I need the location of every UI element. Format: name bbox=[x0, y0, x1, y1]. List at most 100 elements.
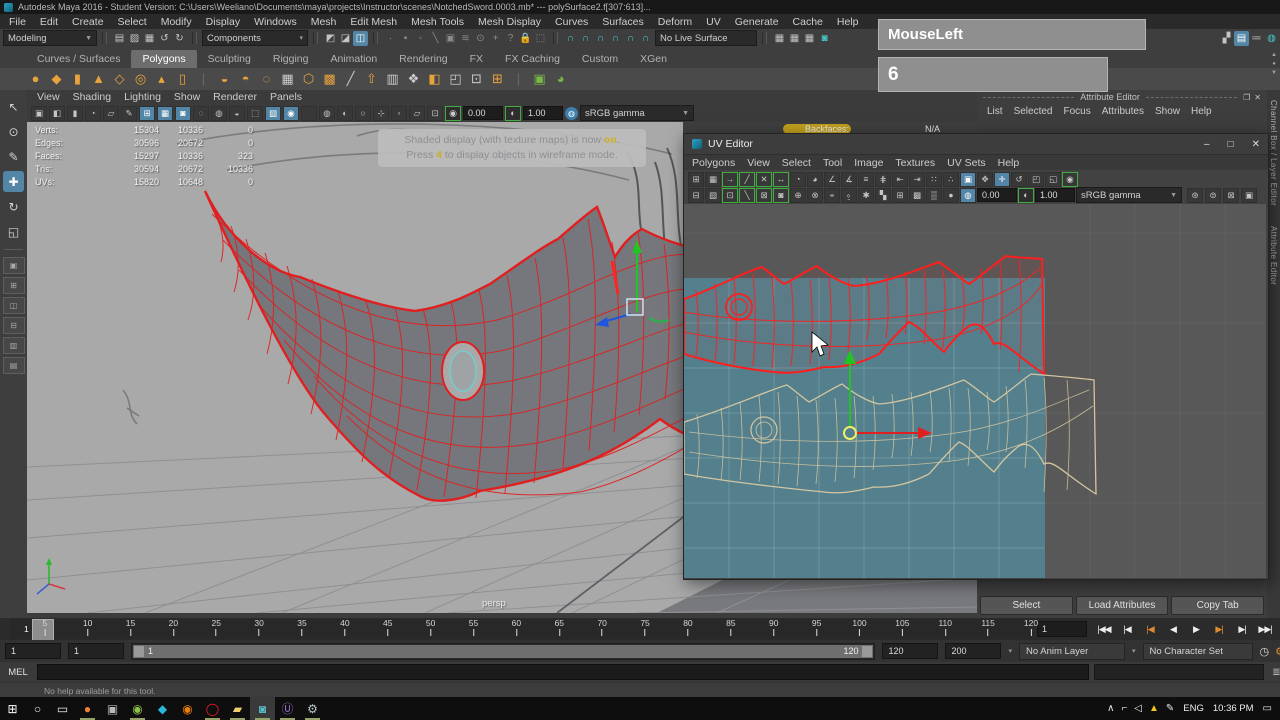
rgb-channels-icon[interactable]: ▒ bbox=[926, 187, 942, 203]
select-tool-icon[interactable]: ↖ bbox=[3, 96, 24, 117]
extrude-icon[interactable]: ⇧ bbox=[362, 69, 381, 89]
paste-uv-icon[interactable]: ◱ bbox=[1045, 171, 1061, 187]
uv-image-icon[interactable]: ▣ bbox=[960, 171, 976, 187]
copy-tab-button[interactable]: Copy Tab bbox=[1171, 596, 1265, 615]
quad-draw-icon[interactable]: ❖ bbox=[404, 69, 423, 89]
flip-v-icon[interactable]: ╱ bbox=[739, 171, 755, 187]
layout-four-icon[interactable]: ⊞ bbox=[2, 277, 25, 294]
unfold-h-icon[interactable]: ⊡ bbox=[722, 187, 738, 203]
shade-uvs-icon[interactable]: ⍚ bbox=[841, 187, 857, 203]
panel-menu-item[interactable]: Lighting bbox=[124, 91, 161, 103]
image-range-icon[interactable]: ▣ bbox=[1241, 187, 1257, 203]
poly-plane-icon[interactable]: ◇ bbox=[110, 69, 129, 89]
search-icon[interactable]: ○ bbox=[25, 697, 50, 720]
uv-editor-titlebar[interactable]: UV Editor – □ ✕ bbox=[684, 134, 1268, 155]
shelf-tab[interactable]: Custom bbox=[571, 50, 629, 68]
render-icon[interactable]: ▦ bbox=[772, 31, 787, 46]
poly-cube-icon[interactable]: ◆ bbox=[47, 69, 66, 89]
rotate-cw-icon[interactable]: ↔ bbox=[773, 171, 789, 187]
unfold-v-icon[interactable]: ╲ bbox=[739, 187, 755, 203]
menu-item[interactable]: Tool bbox=[823, 157, 842, 169]
render-settings-icon[interactable]: ▦ bbox=[802, 31, 817, 46]
humanik-icon[interactable]: ▤ bbox=[1234, 30, 1249, 46]
menu-item[interactable]: Mesh Display bbox=[478, 16, 541, 28]
menu-item[interactable]: Cache bbox=[793, 16, 823, 28]
scroll-up-icon[interactable]: ▲ bbox=[1271, 52, 1277, 58]
shelf-tab[interactable]: Rigging bbox=[262, 50, 320, 68]
go-to-start-button[interactable]: |◀◀ bbox=[1093, 624, 1115, 635]
blender-icon[interactable]: ◉ bbox=[175, 697, 200, 720]
step-forward-frame-button[interactable]: ▶| bbox=[1231, 624, 1253, 635]
close-panel-icon[interactable]: ✕ bbox=[1254, 93, 1261, 102]
attribute-editor-titlebar[interactable]: Attribute Editor ❐ ✕ bbox=[977, 90, 1267, 104]
shelf-tab[interactable]: Rendering bbox=[388, 50, 458, 68]
menu-item[interactable]: Curves bbox=[555, 16, 588, 28]
redo-icon[interactable]: ↻ bbox=[172, 31, 187, 46]
grab-icon[interactable]: ∠ bbox=[824, 171, 840, 187]
target-weld-icon[interactable]: ⊡ bbox=[467, 69, 486, 89]
gamma-dot-icon[interactable]: ◍ bbox=[960, 187, 976, 203]
snap-point-icon[interactable]: ∩ bbox=[593, 31, 608, 46]
gamma-icon[interactable]: ◍ bbox=[565, 106, 578, 120]
snap-curve-icon[interactable]: ∩ bbox=[578, 31, 593, 46]
playback-start-field[interactable]: 1 bbox=[68, 643, 124, 659]
uv-set-editor-icon[interactable]: ⊠ bbox=[1223, 187, 1239, 203]
live-surface-field[interactable]: No Live Surface bbox=[655, 30, 757, 46]
texture-borders-icon[interactable]: ⊞ bbox=[892, 187, 908, 203]
playback-end-field[interactable]: 120 bbox=[882, 643, 939, 659]
cut-uv-icon[interactable]: ◔ bbox=[790, 171, 806, 187]
no-lighting-icon[interactable]: ○ bbox=[355, 105, 371, 121]
paint-select-tool-icon[interactable]: ✎ bbox=[3, 146, 24, 167]
mel-label[interactable]: MEL bbox=[4, 667, 32, 678]
tray-chevron-icon[interactable]: ∧ bbox=[1107, 703, 1114, 714]
menu-item[interactable]: Mesh bbox=[311, 16, 337, 28]
shelf-tab[interactable]: Curves / Surfaces bbox=[26, 50, 131, 68]
tray-gdrive-icon[interactable]: ▲ bbox=[1149, 703, 1159, 714]
snap-projected-center-icon[interactable]: ∩ bbox=[608, 31, 623, 46]
menu-item[interactable]: Windows bbox=[254, 16, 297, 28]
step-forward-key-button[interactable]: ▶| bbox=[1208, 624, 1230, 635]
rotate-ccw-icon[interactable]: ✕ bbox=[756, 171, 772, 187]
psd-network-icon[interactable]: ⊜ bbox=[1205, 187, 1221, 203]
lights-icon[interactable]: ◌ bbox=[193, 105, 209, 121]
wireframe-icon[interactable]: ⊞ bbox=[139, 105, 155, 121]
menu-item[interactable]: UV bbox=[706, 16, 721, 28]
contrast-field[interactable]: 1.00 bbox=[523, 106, 563, 120]
menu-item[interactable]: Help bbox=[837, 16, 859, 28]
divider[interactable] bbox=[192, 32, 197, 44]
divider[interactable] bbox=[102, 32, 107, 44]
task-view-icon[interactable]: ▭ bbox=[50, 697, 75, 720]
close-button[interactable]: ✕ bbox=[1252, 139, 1260, 150]
menu-item[interactable]: Create bbox=[72, 16, 104, 28]
sidebar-tab[interactable]: Channel Box / Layer Editor bbox=[1269, 90, 1278, 216]
shelf-tab[interactable]: Animation bbox=[319, 50, 388, 68]
settings-app-icon[interactable]: ⚙ bbox=[300, 697, 325, 720]
boolean-union-icon[interactable]: ◒ bbox=[215, 69, 234, 89]
tray-volume-icon[interactable]: ◁ bbox=[1134, 703, 1142, 714]
menu-item[interactable]: Attributes bbox=[1102, 106, 1144, 117]
uv-exposure-field[interactable]: 0.00 bbox=[977, 188, 1017, 202]
layout-custom-icon[interactable]: ▤ bbox=[2, 357, 25, 374]
poly-torus-icon[interactable]: ◎ bbox=[131, 69, 150, 89]
anim-layer-dropdown[interactable]: No Anim Layer bbox=[1019, 642, 1125, 660]
chrome-icon[interactable]: ◉ bbox=[125, 697, 150, 720]
channel-box-icon[interactable]: ◍ bbox=[1264, 31, 1279, 46]
flip-u-icon[interactable]: → bbox=[722, 171, 738, 187]
menu-item[interactable]: Help bbox=[998, 157, 1020, 169]
select-hierarchy-icon[interactable]: ◩ bbox=[323, 31, 338, 46]
animation-preferences-icon[interactable]: ⚙ bbox=[1275, 645, 1280, 658]
grid-uv-icon[interactable]: ⋕ bbox=[875, 171, 891, 187]
range-start-handle[interactable] bbox=[134, 645, 144, 657]
distortion-icon[interactable]: ✱ bbox=[858, 187, 874, 203]
divider[interactable] bbox=[373, 32, 378, 44]
snap-b-icon[interactable]: ∴ bbox=[943, 171, 959, 187]
exposure-icon[interactable]: ◉ bbox=[1062, 171, 1078, 187]
animation-start-field[interactable]: 1 bbox=[5, 643, 61, 659]
animation-end-field[interactable]: 200 bbox=[945, 643, 1002, 659]
menu-item[interactable]: Help bbox=[1191, 106, 1212, 117]
uv-gamma-dropdown[interactable]: sRGB gamma ▼ bbox=[1076, 187, 1182, 203]
script-editor-icon[interactable]: ≣ bbox=[1269, 665, 1280, 680]
dim-image-icon[interactable]: ⊕ bbox=[790, 187, 806, 203]
poly-pipe-icon[interactable]: ▯ bbox=[173, 69, 192, 89]
menu-item[interactable]: List bbox=[987, 106, 1003, 117]
